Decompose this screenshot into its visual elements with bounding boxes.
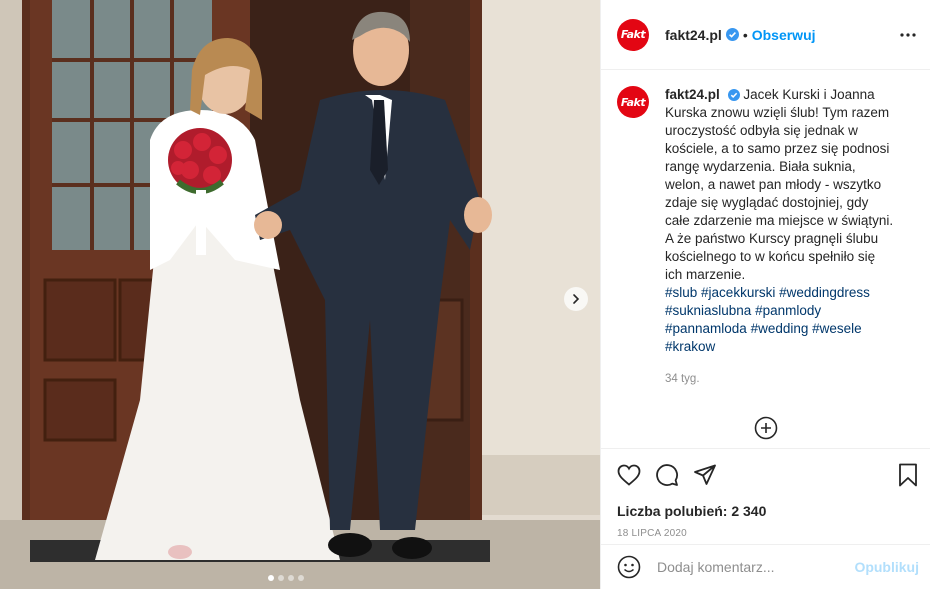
caption-body: Jacek Kurski i Joanna Kurska znowu wzięl…	[665, 87, 894, 282]
header-username[interactable]: fakt24.pl	[665, 27, 722, 43]
caption: Fakt fakt24.pl Jacek Kurski i Joanna Kur…	[617, 86, 914, 388]
comment-icon[interactable]	[655, 463, 679, 487]
heart-icon[interactable]	[617, 464, 641, 486]
post-header: Fakt fakt24.pl • Obserwuj	[601, 0, 930, 70]
post-photo[interactable]	[0, 0, 600, 589]
avatar-logo-text: Fakt	[620, 28, 646, 41]
post-actions: Liczba polubień: 2 340 18 LIPCA 2020	[601, 448, 930, 539]
carousel-dots	[268, 575, 304, 581]
comment-bar: Opublikuj	[601, 544, 930, 589]
follow-button[interactable]: Obserwuj	[752, 27, 816, 43]
publish-button[interactable]: Opublikuj	[854, 559, 919, 575]
hashtag-link[interactable]: #weddingdress	[779, 285, 870, 300]
caption-avatar[interactable]: Fakt	[617, 86, 649, 118]
emoji-icon[interactable]	[617, 555, 641, 579]
carousel-dot	[298, 575, 304, 581]
action-icon-row	[617, 461, 919, 489]
add-more-comments-icon[interactable]	[754, 416, 778, 440]
share-icon[interactable]	[693, 464, 717, 486]
hashtag-link[interactable]: #wesele	[812, 321, 862, 336]
hashtag-list: #slub #jacekkurski #weddingdress #suknia…	[665, 284, 895, 356]
hashtag-link[interactable]: #jacekkurski	[701, 285, 775, 300]
bookmark-icon[interactable]	[897, 463, 919, 487]
verified-badge-icon	[727, 89, 740, 102]
carousel-dot	[288, 575, 294, 581]
carousel-dot	[268, 575, 274, 581]
post-date: 18 LIPCA 2020	[617, 528, 687, 539]
verified-badge-icon	[725, 28, 739, 41]
caption-area: Fakt fakt24.pl Jacek Kurski i Joanna Kur…	[601, 70, 930, 448]
hashtag-link[interactable]: #wedding	[751, 321, 809, 336]
carousel-next-button[interactable]	[564, 287, 588, 311]
hashtag-link[interactable]: #slub	[665, 285, 697, 300]
comment-input[interactable]	[657, 559, 855, 575]
avatar-logo-text: Fakt	[620, 95, 646, 109]
hashtag-link[interactable]: #panmlody	[755, 303, 821, 318]
more-options-icon[interactable]	[900, 32, 916, 37]
likes-count[interactable]: Liczba polubień: 2 340	[617, 503, 919, 519]
hashtag-link[interactable]: #sukniaslubna	[665, 303, 751, 318]
post-details-panel: Fakt fakt24.pl • Obserwuj Fakt fakt24.pl…	[600, 0, 930, 589]
caption-timestamp[interactable]: 34 tyg.	[665, 370, 895, 388]
account-avatar[interactable]: Fakt	[617, 18, 649, 51]
wedding-photo-illustration	[0, 0, 600, 589]
hashtag-link[interactable]: #pannamloda	[665, 321, 747, 336]
caption-text: fakt24.pl Jacek Kurski i Joanna Kurska z…	[665, 86, 895, 388]
separator-dot: •	[742, 26, 748, 43]
carousel-dot	[278, 575, 284, 581]
caption-username[interactable]: fakt24.pl	[665, 87, 720, 102]
hashtag-link[interactable]: #krakow	[665, 339, 715, 354]
chevron-right-icon	[573, 294, 580, 304]
